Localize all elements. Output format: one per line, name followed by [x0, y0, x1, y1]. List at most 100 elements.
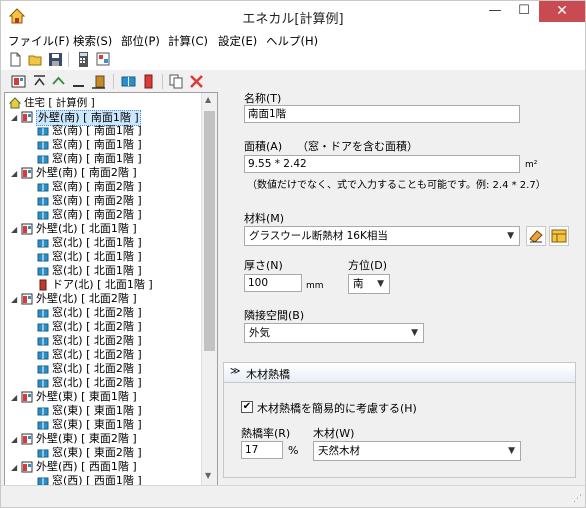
wood-bridge-checkbox[interactable]: ✔ — [241, 401, 253, 413]
tree-window-item[interactable]: 窓(東) [ 東面2階 ] — [37, 446, 142, 460]
adjacent-value: 外気 — [249, 327, 270, 339]
tree-window-item[interactable]: 窓(北) [ 北面2階 ] — [37, 334, 142, 348]
open-folder-icon[interactable] — [27, 51, 44, 68]
material-table-icon — [551, 229, 567, 243]
wood-bridge-header[interactable]: ≫ 木材熱橋 — [224, 363, 575, 383]
add-wall-icon[interactable] — [10, 73, 27, 90]
chevron-down-icon: ▼ — [377, 279, 384, 289]
material-select[interactable]: グラスウール断熱材 16K相当 ▼ — [244, 226, 520, 246]
close-button[interactable]: ✕ — [539, 1, 585, 22]
tree-wall-item[interactable]: ◢ 外壁(西) [ 西面1階 ] — [11, 460, 137, 474]
scroll-down-icon[interactable]: ▼ — [205, 471, 211, 480]
part-tree[interactable]: 住宅 [ 計算例 ] ◢ 外壁(南) [ 南面1階 ] 窓(南) [ 南面1階 ] 窓(… — [4, 92, 218, 486]
move-bottom-icon[interactable] — [90, 73, 107, 90]
menu-help[interactable]: ヘルプ(H) — [266, 33, 318, 49]
tree-expander-icon[interactable]: ◢ — [11, 433, 19, 447]
window-icon — [37, 183, 49, 192]
direction-label: 方位(D) — [348, 259, 388, 272]
tree-item-label: 窓(北) [ 北面1階 ] — [52, 264, 142, 277]
menu-calc[interactable]: 計算(C) — [168, 33, 208, 49]
maximize-button[interactable]: ☐ — [510, 1, 538, 22]
door-icon — [39, 279, 47, 291]
wood-bridge-checkbox-label[interactable]: 木材熱橋を簡易的に考慮する(H) — [257, 400, 417, 416]
delete-icon[interactable] — [188, 73, 205, 90]
thickness-input[interactable]: 100 — [244, 274, 302, 292]
tree-window-item[interactable]: 窓(北) [ 北面2階 ] — [37, 362, 142, 376]
material-list-button[interactable] — [549, 226, 569, 246]
tree-wall-item[interactable]: ◢ 外壁(北) [ 北面2階 ] — [11, 292, 137, 306]
new-file-icon[interactable] — [7, 51, 24, 68]
tree-window-item[interactable]: 窓(南) [ 南面2階 ] — [37, 208, 142, 222]
tree-scrollbar[interactable]: ▲ ▼ — [201, 93, 217, 485]
tree-expander-icon[interactable]: ◢ — [11, 391, 19, 405]
wood-label: 木材(W) — [313, 427, 355, 440]
name-input[interactable]: 南面1階 — [244, 105, 520, 123]
wood-select[interactable]: 天然木材 ▼ — [313, 441, 521, 461]
tree-expander-icon[interactable]: ◢ — [11, 111, 19, 125]
tree-wall-item[interactable]: ◢ 外壁(北) [ 北面1階 ] — [11, 222, 137, 236]
wall-icon — [21, 433, 33, 445]
report-icon[interactable] — [95, 51, 112, 68]
tree-window-item[interactable]: 窓(南) [ 南面2階 ] — [37, 194, 142, 208]
menu-search[interactable]: 検索(S) — [73, 33, 112, 49]
tree-door-item[interactable]: ドア(北) [ 北面1階 ] — [37, 278, 153, 292]
bridge-ratio-input[interactable]: 17 — [241, 441, 283, 459]
tree-window-item[interactable]: 窓(北) [ 北面1階 ] — [37, 264, 142, 278]
window-icon — [37, 127, 49, 136]
tree-wall-item[interactable]: ◢ 外壁(東) [ 東面1階 ] — [11, 390, 137, 404]
collapse-chevron-icon[interactable]: ≫ — [230, 366, 240, 377]
tree-wall-item[interactable]: ◢ 外壁(南) [ 南面2階 ] — [11, 166, 137, 180]
tree-window-item[interactable]: 窓(北) [ 北面2階 ] — [37, 320, 142, 334]
area-input[interactable]: 9.55 * 2.42 — [244, 155, 520, 173]
tree-window-item[interactable]: 窓(東) [ 東面1階 ] — [37, 404, 142, 418]
tree-item-label: 窓(北) [ 北面1階 ] — [52, 236, 142, 249]
resize-grip-icon[interactable]: ⋰ — [573, 494, 582, 504]
copy-icon[interactable] — [168, 73, 185, 90]
tree-window-item[interactable]: 窓(南) [ 南面2階 ] — [37, 180, 142, 194]
tree-window-item[interactable]: 窓(北) [ 北面2階 ] — [37, 306, 142, 320]
tree-item-label: 外壁(東) [ 東面2階 ] — [36, 432, 137, 445]
tree-window-item[interactable]: 窓(北) [ 北面2階 ] — [37, 348, 142, 362]
tree-wall-item[interactable]: ◢ 外壁(東) [ 東面2階 ] — [11, 432, 137, 446]
save-icon[interactable] — [47, 51, 64, 68]
scroll-thumb[interactable] — [204, 111, 215, 351]
window-icon — [37, 449, 49, 458]
direction-select[interactable]: 南 ▼ — [348, 274, 390, 294]
calculator-icon[interactable] — [75, 51, 92, 68]
move-down-icon[interactable] — [70, 73, 87, 90]
menu-part[interactable]: 部位(P) — [121, 33, 160, 49]
move-up-icon[interactable] — [50, 73, 67, 90]
chevron-down-icon: ▼ — [508, 446, 515, 456]
tree-item-label: 窓(北) [ 北面2階 ] — [52, 306, 142, 319]
add-window-icon[interactable] — [120, 73, 137, 90]
wall-icon — [21, 167, 33, 179]
house-icon — [9, 97, 21, 109]
move-top-icon[interactable] — [31, 73, 48, 90]
adjacent-select[interactable]: 外気 ▼ — [244, 323, 424, 343]
tree-window-item[interactable]: 窓(北) [ 北面2階 ] — [37, 376, 142, 390]
menu-file[interactable]: ファイル(F) — [8, 33, 70, 49]
tree-expander-icon[interactable]: ◢ — [11, 293, 19, 307]
add-door-icon[interactable] — [140, 73, 157, 90]
tree-window-item[interactable]: 窓(南) [ 南面1階 ] — [37, 138, 142, 152]
tree-window-item[interactable]: 窓(北) [ 北面1階 ] — [37, 236, 142, 250]
tree-item-label: 窓(北) [ 北面2階 ] — [52, 376, 142, 389]
tree-expander-icon[interactable]: ◢ — [11, 223, 19, 237]
minimize-button[interactable]: — — [481, 1, 509, 22]
name-label: 名称(T) — [244, 92, 282, 105]
tree-expander-icon[interactable]: ◢ — [11, 167, 19, 181]
tree-window-item[interactable]: 窓(北) [ 北面1階 ] — [37, 250, 142, 264]
tree-window-item[interactable]: 窓(東) [ 東面1階 ] — [37, 418, 142, 432]
menu-settings[interactable]: 設定(E) — [218, 33, 257, 49]
tree-item-label: 窓(北) [ 北面2階 ] — [52, 320, 142, 333]
wall-icon — [21, 111, 33, 123]
tree-item-label: 外壁(東) [ 東面1階 ] — [36, 390, 137, 403]
bridge-ratio-unit: % — [288, 444, 299, 457]
tree-window-item[interactable]: 窓(南) [ 南面1階 ] — [37, 152, 142, 166]
tree-wall-item[interactable]: ◢ 外壁(南) [ 南面1階 ] — [11, 110, 141, 126]
tree-root[interactable]: 住宅 [ 計算例 ] — [9, 96, 95, 110]
tree-expander-icon[interactable]: ◢ — [11, 461, 19, 475]
tree-window-item[interactable]: 窓(南) [ 南面1階 ] — [37, 124, 142, 138]
edit-material-button[interactable] — [526, 226, 546, 246]
scroll-up-icon[interactable]: ▲ — [205, 95, 211, 104]
